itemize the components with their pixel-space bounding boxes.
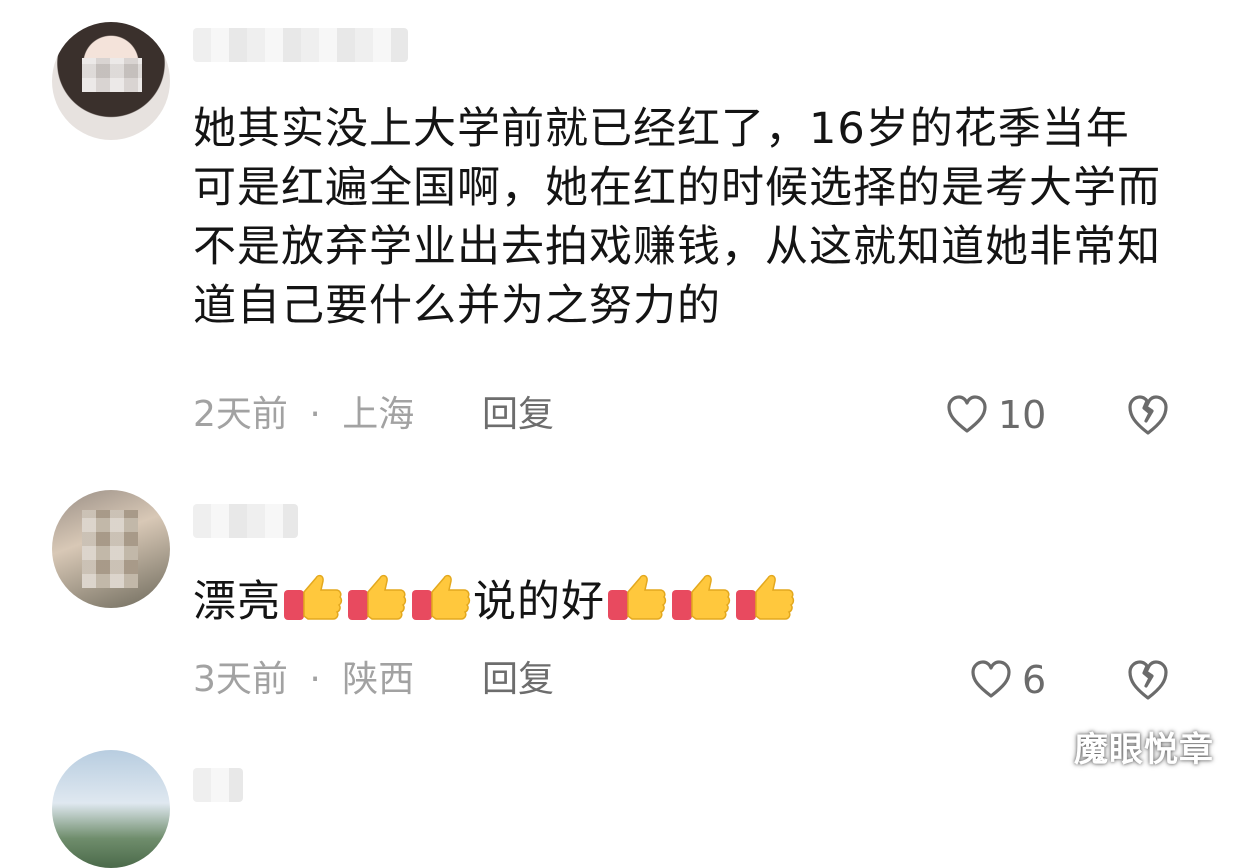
comment-text-part: 漂亮: [193, 577, 281, 627]
thumbs-up-emoji-group: [281, 574, 473, 627]
avatar-mosaic: [82, 58, 142, 92]
comment-meta: 2天前 · 上海: [193, 393, 414, 437]
avatar[interactable]: [52, 22, 170, 140]
like-button[interactable]: 6: [970, 658, 1046, 702]
avatar[interactable]: [52, 490, 170, 608]
thumbs-up-emoji: [412, 574, 471, 620]
username-blurred[interactable]: [193, 504, 298, 538]
heart-icon: [947, 395, 987, 433]
comment-time: 2天前: [193, 394, 288, 435]
avatar-mosaic: [82, 510, 138, 588]
thumbs-up-emoji: [672, 574, 731, 620]
broken-heart-icon[interactable]: [1126, 658, 1170, 702]
like-count: 6: [1022, 658, 1047, 702]
reply-button[interactable]: 回复: [482, 393, 554, 437]
thumbs-up-emoji: [284, 574, 343, 620]
like-count: 10: [998, 393, 1047, 437]
username-blurred[interactable]: [193, 28, 408, 62]
comment-text-part: 说的好: [473, 577, 605, 627]
thumbs-up-emoji-group: [605, 574, 797, 627]
comment-text: 漂亮 说的好: [193, 572, 1173, 632]
avatar[interactable]: [52, 750, 170, 868]
thumbs-up-emoji: [348, 574, 407, 620]
comment-location: 上海: [342, 394, 415, 435]
like-button[interactable]: 10: [946, 393, 1046, 437]
meta-separator: ·: [309, 659, 321, 700]
comment-location: 陕西: [342, 659, 415, 700]
meta-separator: ·: [309, 394, 321, 435]
broken-heart-icon[interactable]: [1126, 393, 1170, 437]
comment-text: 她其实没上大学前就已经红了，16岁的花季当年可是红遍全国啊，她在红的时候选择的是…: [193, 104, 1161, 331]
thumbs-up-emoji: [736, 574, 795, 620]
comment-time: 3天前: [193, 659, 288, 700]
watermark: 魔眼悦章: [1074, 730, 1214, 770]
reply-button[interactable]: 回复: [482, 658, 554, 702]
heart-icon: [971, 660, 1011, 698]
thumbs-up-emoji: [608, 574, 667, 620]
comment-meta: 3天前 · 陕西: [193, 658, 414, 702]
